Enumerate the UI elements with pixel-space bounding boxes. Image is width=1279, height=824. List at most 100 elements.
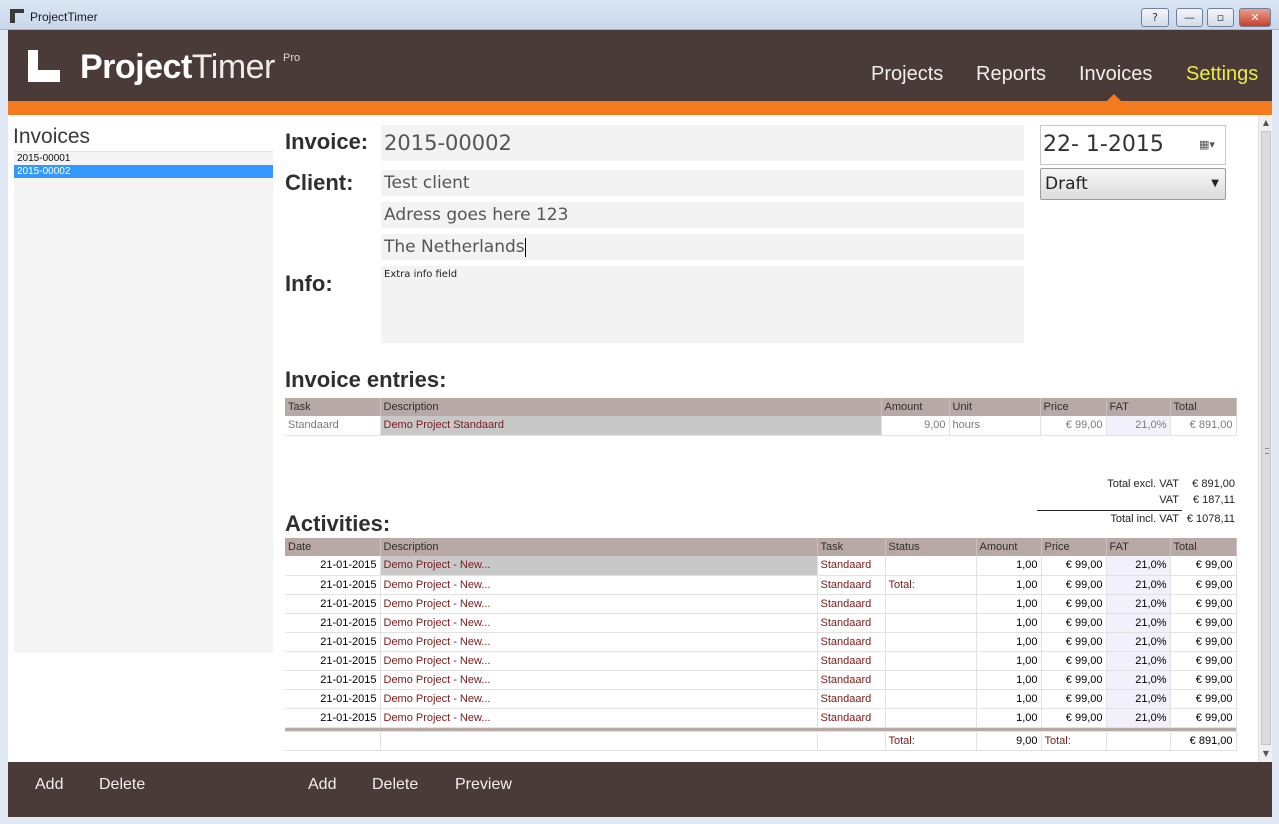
activity-description[interactable]: Demo Project - New...	[380, 594, 818, 614]
entry-task[interactable]: Standaard	[285, 416, 381, 436]
nav-settings[interactable]: Settings	[1186, 63, 1258, 86]
column-header[interactable]: FAT	[1106, 538, 1171, 556]
activity-amount[interactable]: 1,00	[976, 556, 1042, 576]
entry-unit[interactable]: hours	[949, 416, 1041, 436]
invoice-list-item-selected[interactable]: 2015-00002	[14, 165, 273, 178]
activity-status[interactable]	[885, 594, 977, 614]
invoice-add-button[interactable]: Add	[308, 776, 336, 794]
activity-row[interactable]: 21-01-2015 Demo Project - New... Standaard…	[285, 689, 1237, 709]
client-name-field[interactable]: Test client	[381, 170, 1024, 196]
activity-amount[interactable]: 1,00	[976, 613, 1042, 633]
activity-row[interactable]: 21-01-2015 Demo Project - New... Standaard…	[285, 651, 1237, 671]
activity-date[interactable]: 21-01-2015	[285, 613, 381, 633]
activity-status[interactable]: Total:	[885, 575, 977, 595]
invoice-number-field[interactable]: 2015-00002	[381, 125, 1024, 161]
activity-price[interactable]: € 99,00	[1041, 632, 1107, 652]
activity-amount[interactable]: 1,00	[976, 651, 1042, 671]
activity-description[interactable]: Demo Project - New...	[380, 575, 818, 595]
activity-price[interactable]: € 99,00	[1041, 670, 1107, 690]
activity-row[interactable]: 21-01-2015 Demo Project - New... Standaard…	[285, 594, 1237, 614]
activity-amount[interactable]: 1,00	[976, 708, 1042, 728]
scroll-down-icon[interactable]: ▼	[1261, 749, 1271, 759]
activity-amount[interactable]: 1,00	[976, 632, 1042, 652]
column-header[interactable]: Description	[380, 538, 818, 556]
entry-row[interactable]: Standaard Demo Project Standaard 9,00 ho…	[285, 416, 1237, 436]
activity-price[interactable]: € 99,00	[1041, 708, 1107, 728]
activity-task[interactable]: Standaard	[817, 670, 886, 690]
scroll-thumb[interactable]	[1261, 131, 1271, 745]
column-header[interactable]: Price	[1040, 398, 1107, 416]
activity-price[interactable]: € 99,00	[1041, 594, 1107, 614]
invoice-list-item[interactable]: 2015-00001	[14, 152, 273, 165]
entry-price[interactable]: € 99,00	[1040, 416, 1107, 436]
maximize-button[interactable]: ▫	[1207, 8, 1234, 27]
activity-description[interactable]: Demo Project - New...	[380, 708, 818, 728]
column-header[interactable]: Total	[1170, 538, 1237, 556]
activity-row[interactable]: 21-01-2015 Demo Project - New... Standaard…	[285, 670, 1237, 690]
nav-projects[interactable]: Projects	[871, 63, 943, 86]
activity-task[interactable]: Standaard	[817, 594, 886, 614]
activity-row[interactable]: 21-01-2015 Demo Project - New... Standaard…	[285, 556, 1237, 576]
activity-date[interactable]: 21-01-2015	[285, 594, 381, 614]
activity-task[interactable]: Standaard	[817, 651, 886, 671]
activity-price[interactable]: € 99,00	[1041, 556, 1107, 576]
activity-amount[interactable]: 1,00	[976, 670, 1042, 690]
column-header[interactable]: Status	[885, 538, 977, 556]
activity-fat[interactable]: 21,0%	[1106, 689, 1171, 709]
activity-task[interactable]: Standaard	[817, 689, 886, 709]
invoice-delete-button[interactable]: Delete	[372, 776, 418, 794]
activity-row[interactable]: 21-01-2015 Demo Project - New... Standaard…	[285, 575, 1237, 595]
activity-fat[interactable]: 21,0%	[1106, 613, 1171, 633]
activity-row[interactable]: 21-01-2015 Demo Project - New... Standaard…	[285, 708, 1237, 728]
activity-task[interactable]: Standaard	[817, 613, 886, 633]
activity-date[interactable]: 21-01-2015	[285, 632, 381, 652]
activity-price[interactable]: € 99,00	[1041, 651, 1107, 671]
column-header[interactable]: Price	[1041, 538, 1107, 556]
invoice-preview-button[interactable]: Preview	[455, 776, 512, 794]
invoice-list[interactable]: 2015-00001 2015-00002	[14, 151, 273, 653]
entry-amount[interactable]: 9,00	[881, 416, 950, 436]
activity-fat[interactable]: 21,0%	[1106, 651, 1171, 671]
activity-date[interactable]: 21-01-2015	[285, 689, 381, 709]
activity-row[interactable]: 21-01-2015 Demo Project - New... Standaard…	[285, 613, 1237, 633]
activity-status[interactable]	[885, 689, 977, 709]
activity-status[interactable]	[885, 613, 977, 633]
client-country-field[interactable]: The Netherlands	[381, 234, 1024, 260]
activity-price[interactable]: € 99,00	[1041, 613, 1107, 633]
activity-task[interactable]: Standaard	[817, 556, 886, 576]
activity-task[interactable]: Standaard	[817, 632, 886, 652]
nav-reports[interactable]: Reports	[976, 63, 1046, 86]
entry-fat[interactable]: 21,0%	[1106, 416, 1171, 436]
column-header[interactable]: Description	[380, 398, 882, 416]
column-header[interactable]: Amount	[881, 398, 950, 416]
column-header[interactable]: Amount	[976, 538, 1042, 556]
activity-description[interactable]: Demo Project - New...	[380, 670, 818, 690]
column-header[interactable]: Date	[285, 538, 381, 556]
activity-status[interactable]	[885, 708, 977, 728]
help-button[interactable]: ?	[1141, 8, 1169, 27]
activity-status[interactable]	[885, 651, 977, 671]
activity-description[interactable]: Demo Project - New...	[380, 689, 818, 709]
main-scrollbar[interactable]: ▲ ▼	[1258, 115, 1272, 762]
column-header[interactable]: Unit	[949, 398, 1041, 416]
status-dropdown[interactable]: Draft ▼	[1040, 168, 1226, 200]
activity-task[interactable]: Standaard	[817, 575, 886, 595]
activity-price[interactable]: € 99,00	[1041, 689, 1107, 709]
activity-amount[interactable]: 1,00	[976, 575, 1042, 595]
activity-price[interactable]: € 99,00	[1041, 575, 1107, 595]
activity-row[interactable]: 21-01-2015 Demo Project - New... Standaard…	[285, 632, 1237, 652]
activity-description[interactable]: Demo Project - New...	[380, 632, 818, 652]
minimize-button[interactable]: —	[1176, 8, 1203, 27]
activity-status[interactable]	[885, 670, 977, 690]
activity-description[interactable]: Demo Project - New...	[380, 651, 818, 671]
activity-fat[interactable]: 21,0%	[1106, 708, 1171, 728]
activity-date[interactable]: 21-01-2015	[285, 556, 381, 576]
activity-amount[interactable]: 1,00	[976, 689, 1042, 709]
activity-date[interactable]: 21-01-2015	[285, 708, 381, 728]
activity-fat[interactable]: 21,0%	[1106, 670, 1171, 690]
column-header[interactable]: FAT	[1106, 398, 1171, 416]
client-address-field[interactable]: Adress goes here 123	[381, 202, 1024, 228]
sidebar-add-button[interactable]: Add	[35, 776, 63, 794]
activity-fat[interactable]: 21,0%	[1106, 632, 1171, 652]
close-button[interactable]: ✕	[1239, 8, 1271, 27]
